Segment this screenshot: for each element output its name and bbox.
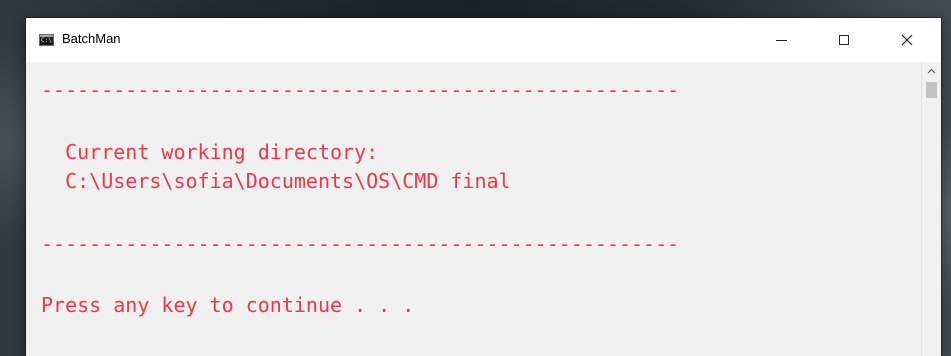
separator-line: ----------------------------------------… — [41, 78, 680, 102]
close-icon — [901, 34, 913, 46]
console-output[interactable]: ----------------------------------------… — [41, 62, 921, 356]
maximize-icon — [839, 35, 849, 45]
console-window: C:\ BatchMan ---------------------------… — [26, 18, 941, 356]
title-bar[interactable]: C:\ BatchMan — [26, 18, 941, 62]
prompt-line: Press any key to continue . . . — [41, 293, 415, 317]
vertical-scrollbar[interactable] — [921, 62, 941, 356]
close-button[interactable] — [884, 18, 930, 62]
chevron-up-icon — [927, 68, 936, 73]
scroll-up-button[interactable] — [922, 62, 941, 79]
window-title: BatchMan — [62, 31, 121, 46]
cwd-path-line: C:\Users\sofia\Documents\OS\CMD final — [41, 169, 511, 193]
maximize-button[interactable] — [821, 18, 867, 62]
app-icon-glyph: C:\ — [41, 37, 52, 44]
separator-line: ----------------------------------------… — [41, 232, 680, 256]
minimize-button[interactable] — [758, 18, 804, 62]
cmd-console-icon[interactable]: C:\ — [39, 34, 54, 46]
scroll-thumb[interactable] — [926, 82, 937, 98]
cwd-label-line: Current working directory: — [41, 140, 379, 164]
minimize-icon — [775, 39, 787, 41]
